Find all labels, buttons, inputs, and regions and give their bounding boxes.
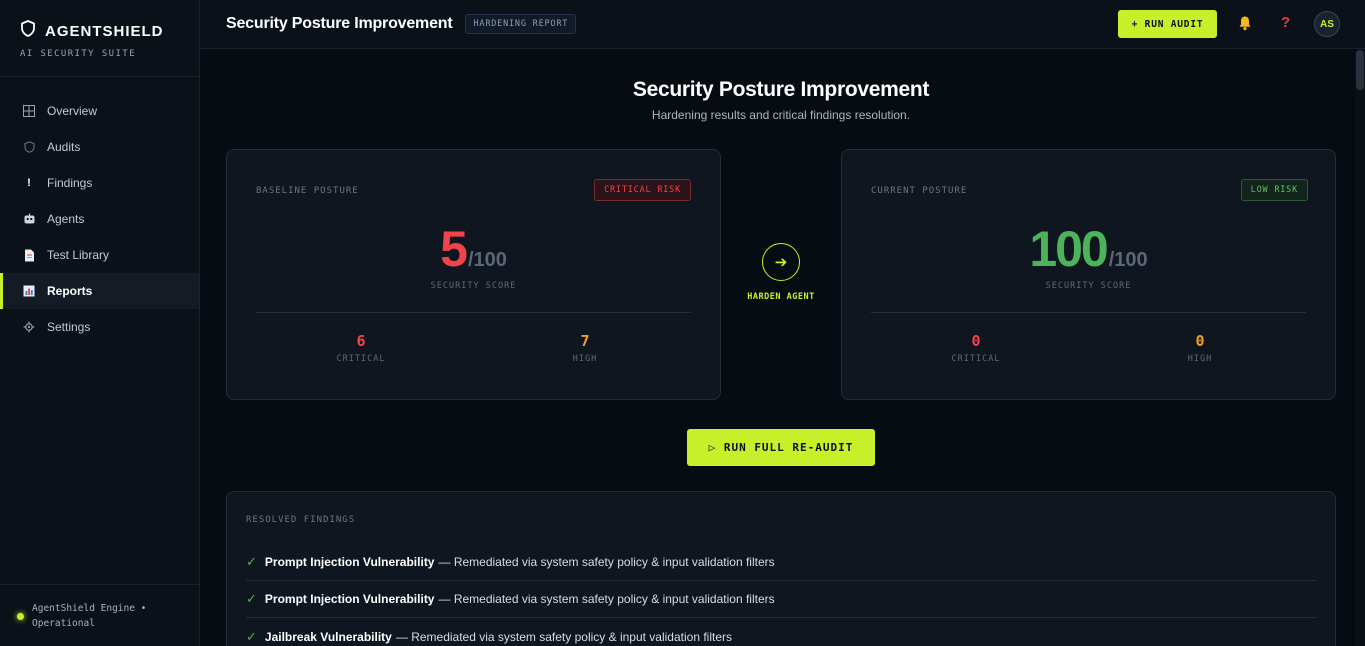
- score-max: /100: [467, 249, 507, 271]
- sidebar-item-test-library[interactable]: Test Library: [0, 237, 199, 273]
- finding-name: Prompt Injection Vulnerability: [264, 555, 435, 569]
- sidebar-item-findings[interactable]: ! Findings: [0, 165, 199, 201]
- sidebar-item-settings[interactable]: Settings: [0, 309, 199, 345]
- brand-subtitle: AI SECURITY SUITE: [20, 49, 136, 59]
- current-posture-card: CURRENT POSTURE LOW RISK 100/100 SECURIT…: [841, 149, 1336, 400]
- score-value: 5: [440, 221, 468, 277]
- risk-badge: LOW RISK: [1240, 179, 1308, 201]
- finding-detail: — Remediated via system safety policy & …: [438, 555, 775, 569]
- engine-status-line2: Operational: [32, 618, 95, 629]
- check-icon: ✓: [246, 628, 257, 644]
- engine-status: AgentShield Engine • Operational: [0, 584, 199, 646]
- section-label: RESOLVED FINDINGS: [246, 515, 356, 525]
- card-label: BASELINE POSTURE: [256, 186, 359, 196]
- shield-logo-icon: [20, 20, 36, 42]
- sidebar-item-label: Settings: [47, 320, 91, 334]
- sidebar-item-reports[interactable]: Reports: [0, 273, 199, 309]
- high-count: 7: [580, 332, 590, 350]
- finding-name: Jailbreak Vulnerability: [264, 629, 392, 644]
- risk-badge: CRITICAL RISK: [594, 179, 691, 201]
- sidebar-nav: Overview Audits ! Findings Agents Test L…: [0, 77, 199, 345]
- high-stat: 7 HIGH: [525, 332, 645, 364]
- sidebar: AGENTSHIELD AI SECURITY SUITE Overview A…: [0, 0, 200, 646]
- critical-stat: 0 CRITICAL: [916, 332, 1036, 364]
- report-type-badge: HARDENING REPORT: [465, 14, 577, 34]
- critical-label: CRITICAL: [336, 354, 386, 364]
- main-content: Security Posture Improvement Hardening r…: [201, 50, 1365, 646]
- status-dot-icon: [17, 613, 24, 620]
- finding-name: Prompt Injection Vulnerability: [264, 592, 435, 606]
- resolved-findings-panel: RESOLVED FINDINGS ✓ Prompt Injection Vul…: [226, 491, 1336, 646]
- grid-icon: [22, 104, 36, 118]
- brand-name: AGENTSHIELD: [45, 22, 164, 40]
- critical-count: 0: [971, 332, 981, 350]
- sidebar-item-label: Reports: [47, 284, 93, 298]
- shield-icon: [22, 140, 36, 154]
- sidebar-item-audits[interactable]: Audits: [0, 129, 199, 165]
- page-title: Security Posture Improvement: [632, 78, 930, 101]
- harden-agent-action[interactable]: ➔ HARDEN AGENT: [736, 243, 826, 302]
- run-full-re-audit-button[interactable]: ▷ RUN FULL RE-AUDIT: [687, 429, 875, 466]
- score-value: 100: [1029, 221, 1108, 277]
- finding-detail: — Remediated via system safety policy & …: [395, 629, 733, 644]
- bar-chart-icon: [22, 284, 36, 298]
- sidebar-item-label: Findings: [47, 176, 93, 190]
- robot-icon: [22, 212, 36, 226]
- sidebar-item-overview[interactable]: Overview: [0, 93, 199, 129]
- engine-status-line1: AgentShield Engine •: [32, 603, 147, 614]
- sidebar-item-agents[interactable]: Agents: [0, 201, 199, 237]
- score-label: SECURITY SCORE: [430, 281, 517, 291]
- divider: [871, 312, 1306, 313]
- check-icon: ✓: [246, 591, 257, 606]
- sidebar-item-label: Agents: [47, 212, 85, 226]
- finding-item: ✓ Prompt Injection Vulnerability — Remed…: [246, 544, 1316, 581]
- arrow-right-icon[interactable]: ➔: [762, 243, 800, 281]
- avatar[interactable]: AS: [1314, 11, 1340, 37]
- critical-label: CRITICAL: [951, 354, 1001, 364]
- finding-detail: — Remediated via system safety policy & …: [438, 592, 775, 606]
- document-icon: [22, 248, 36, 262]
- sidebar-item-label: Audits: [47, 140, 81, 154]
- harden-agent-label: HARDEN AGENT: [747, 292, 815, 302]
- brand: AGENTSHIELD AI SECURITY SUITE: [0, 0, 199, 77]
- sidebar-item-label: Overview: [47, 104, 98, 118]
- high-label: HIGH: [572, 354, 598, 364]
- exclamation-icon: !: [27, 177, 31, 189]
- scrollbar[interactable]: [1355, 50, 1365, 646]
- check-icon: ✓: [246, 554, 257, 569]
- help-icon[interactable]: ?: [1281, 14, 1290, 31]
- sidebar-item-label: Test Library: [47, 248, 110, 262]
- score-label: SECURITY SCORE: [1045, 281, 1132, 291]
- topbar-title: Security Posture Improvement: [226, 15, 453, 32]
- card-label: CURRENT POSTURE: [871, 186, 968, 196]
- gear-icon: [22, 320, 36, 334]
- high-stat: 0 HIGH: [1140, 332, 1260, 364]
- finding-item: ✓ Jailbreak Vulnerability — Remediated v…: [246, 618, 1316, 646]
- run-audit-button[interactable]: + RUN AUDIT: [1118, 10, 1217, 38]
- divider: [256, 312, 691, 313]
- high-label: HIGH: [1187, 354, 1213, 364]
- bell-icon[interactable]: [1238, 15, 1254, 33]
- baseline-posture-card: BASELINE POSTURE CRITICAL RISK 5/100 SEC…: [226, 149, 721, 400]
- high-count: 0: [1195, 332, 1205, 350]
- page-subtitle: Hardening results and critical findings …: [651, 108, 911, 122]
- critical-stat: 6 CRITICAL: [301, 332, 421, 364]
- finding-item: ✓ Prompt Injection Vulnerability — Remed…: [246, 581, 1316, 618]
- score-max: /100: [1108, 249, 1148, 271]
- critical-count: 6: [356, 332, 366, 350]
- topbar: Security Posture Improvement HARDENING R…: [200, 0, 1365, 49]
